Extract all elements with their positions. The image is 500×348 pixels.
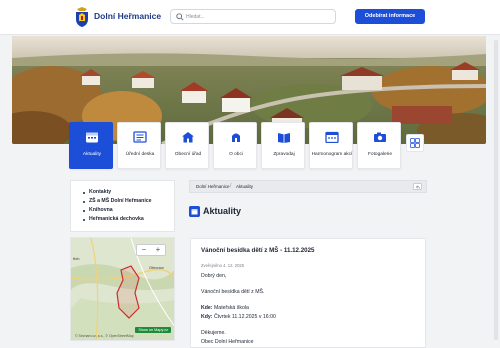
tile-obecni-urad[interactable]: Obecní úřad — [165, 122, 209, 169]
tile-aktuality[interactable]: Aktuality — [69, 122, 113, 169]
article-closing: Děkujeme. — [201, 330, 226, 336]
tile-label: Úřední deska — [125, 152, 155, 157]
calendar-icon — [86, 132, 98, 143]
article-date: Zveřejněno 4. 12. 2025 — [201, 263, 245, 268]
search-icon — [176, 13, 184, 21]
map-attribution: © Seznam.cz, a.s., © OpenStreetMap — [75, 334, 134, 338]
article-where: Kde: Mateřská škola — [201, 305, 249, 311]
tile-label: Harmonogram akcí — [311, 152, 353, 157]
breadcrumb-current: Aktuality — [236, 184, 254, 189]
news-article-card[interactable]: Vánoční besídka dětí z MŠ - 11.12.2025 Z… — [190, 238, 426, 348]
tile-zpravodaj[interactable]: Zpravodaj — [261, 122, 305, 169]
tile-uredni-deska[interactable]: Úřední deska — [117, 122, 161, 169]
page-title: Aktuality — [203, 206, 242, 216]
calendar-icon — [189, 206, 200, 217]
when-label: Kdy: — [201, 314, 213, 320]
tile-label: Aktuality — [82, 152, 102, 157]
breadcrumb-home[interactable]: Dolní Heřmanice — [196, 184, 230, 189]
sidebar-links: Kontakty ZŠ a MŠ Dolní Heřmanice Knihovn… — [70, 180, 175, 232]
article-title[interactable]: Vánoční besídka dětí z MŠ - 11.12.2025 — [201, 247, 315, 254]
tile-fotogalerie[interactable]: Fotogalerie — [357, 122, 401, 169]
more-categories-button[interactable] — [406, 134, 424, 152]
open-mapy-cz-button[interactable]: Show on Mapy.cz — [135, 327, 171, 333]
map-zoom-controls: − + — [136, 244, 166, 256]
article-intro: Vánoční besídka dětí z MŠ. — [201, 289, 265, 295]
where-label: Kde: — [201, 305, 213, 311]
when-value: Čtvrtek 11.12.2025 v 16:00 — [213, 314, 276, 320]
tile-label: Zpravodaj — [273, 152, 295, 157]
tile-harmonogram-akci[interactable]: Harmonogram akcí — [309, 122, 353, 169]
top-header: Dolní Heřmanice Odebírat informace — [0, 0, 500, 35]
site-title[interactable]: Dolní Heřmanice — [94, 11, 161, 21]
village-map[interactable]: řich Otecnov − + Show on Mapy.cz © Sezna… — [70, 237, 175, 341]
breadcrumb: Dolní Heřmanice / Aktuality — [189, 180, 427, 193]
search-input[interactable] — [186, 11, 326, 22]
page-scrollbar[interactable] — [494, 40, 498, 340]
notice-board-icon — [133, 131, 147, 143]
map-place-label: Otecnov — [149, 265, 164, 270]
article-signature: Obec Dolní Heřmanice — [201, 339, 254, 345]
search-box[interactable] — [170, 9, 336, 24]
coat-of-arms-logo[interactable] — [74, 7, 90, 27]
tile-label: Obecní úřad — [174, 152, 202, 157]
sidebar-link-dechovka[interactable]: Heřmanická dechovka — [83, 215, 174, 224]
article-when: Kdy: Čtvrtek 11.12.2025 v 16:00 — [201, 314, 276, 320]
back-button[interactable] — [413, 183, 422, 190]
grid-icon — [410, 138, 420, 148]
zoom-in-button[interactable]: + — [151, 245, 165, 255]
zoom-out-button[interactable]: − — [137, 245, 151, 255]
subscribe-button[interactable]: Odebírat informace — [355, 9, 425, 24]
town-hall-icon — [182, 132, 194, 143]
sidebar-link-knihovna[interactable]: Knihovna — [83, 206, 174, 215]
sidebar-link-skola[interactable]: ZŠ a MŠ Dolní Heřmanice — [83, 197, 174, 206]
newsletter-icon — [278, 133, 290, 143]
schedule-icon — [325, 131, 339, 143]
breadcrumb-separator: / — [230, 183, 232, 189]
tile-label: Fotogalerie — [368, 152, 392, 157]
tile-label: O obci — [229, 152, 243, 157]
where-value: Mateřská škola — [213, 305, 249, 311]
article-greeting: Dobrý den, — [201, 273, 227, 279]
sidebar-link-kontakty[interactable]: Kontakty — [83, 188, 174, 197]
village-icon — [232, 133, 240, 142]
gallery-icon — [374, 132, 386, 142]
map-place-label: řich — [73, 256, 80, 261]
back-arrow-icon — [415, 184, 420, 189]
tile-o-obci[interactable]: O obci — [213, 122, 257, 169]
